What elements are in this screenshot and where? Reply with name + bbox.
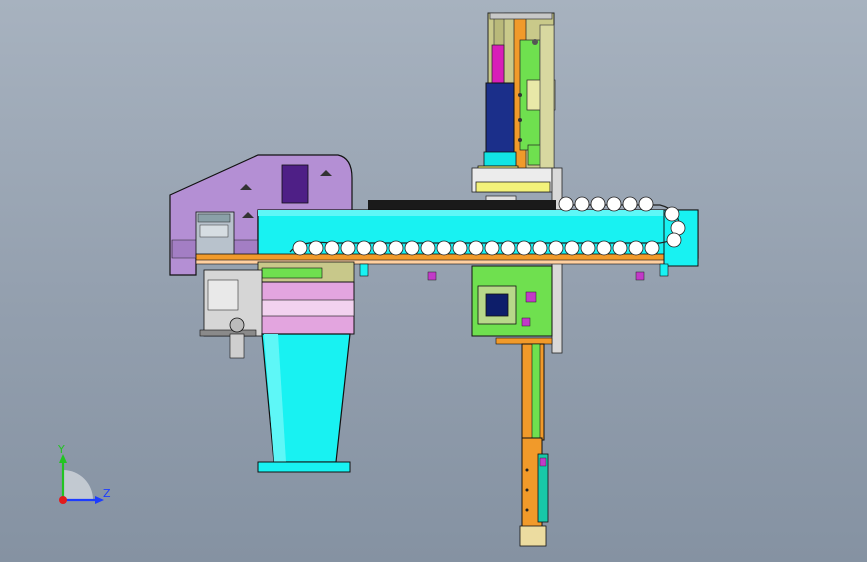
chain-link: [452, 240, 468, 256]
chain-link: [666, 232, 682, 248]
chain-link: [420, 240, 436, 256]
chain-link: [612, 240, 628, 256]
left-lower-unit: [199, 261, 355, 473]
chain-link: [628, 240, 644, 256]
chain-link: [468, 240, 484, 256]
chain-link: [436, 240, 452, 256]
chain-link: [564, 240, 580, 256]
chain-link: [484, 240, 500, 256]
chain-link: [590, 196, 606, 212]
chain-link: [622, 196, 638, 212]
chain-link: [548, 240, 564, 256]
vertical-arm-lower: [471, 265, 553, 547]
chain-link: [292, 240, 308, 256]
triad-icon: [59, 454, 104, 504]
chain-link: [606, 196, 622, 212]
chain-link: [532, 240, 548, 256]
chain-link: [324, 240, 340, 256]
chain-link: [574, 196, 590, 212]
chain-link: [580, 240, 596, 256]
chain-link: [516, 240, 532, 256]
chain-link: [664, 206, 680, 222]
triad-y-label: Y: [58, 443, 65, 456]
chain-link: [644, 240, 660, 256]
robot-arm-model[interactable]: [0, 0, 867, 562]
chain-link: [388, 240, 404, 256]
chain-link: [308, 240, 324, 256]
chain-link: [638, 196, 654, 212]
chain-link: [372, 240, 388, 256]
chain-link: [340, 240, 356, 256]
chain-link: [404, 240, 420, 256]
chain-link: [596, 240, 612, 256]
chain-link: [558, 196, 574, 212]
graphics-viewport[interactable]: Y Z: [0, 0, 867, 562]
chain-link: [356, 240, 372, 256]
chain-link: [500, 240, 516, 256]
triad-z-label: Z: [103, 487, 111, 500]
